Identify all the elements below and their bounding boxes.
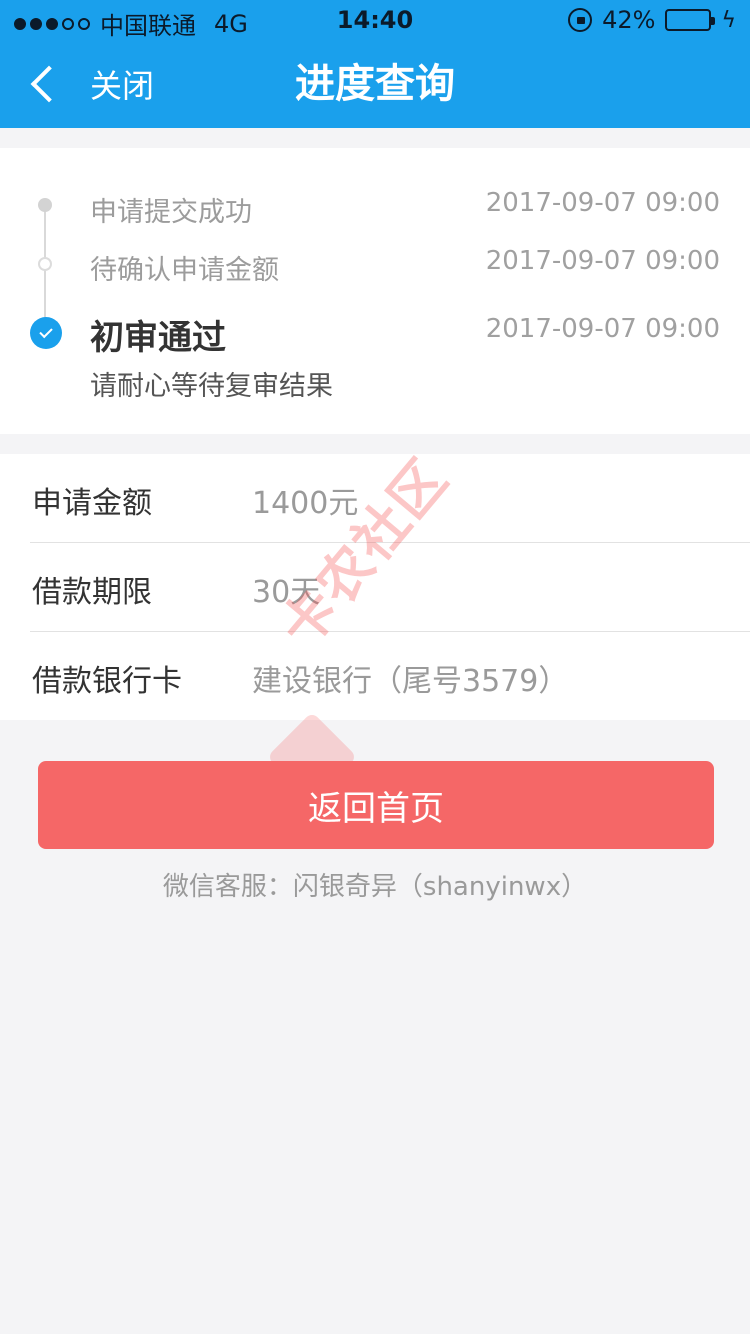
timeline-connector [44, 206, 46, 264]
rotation-lock-icon [568, 8, 593, 32]
timeline-step-time: 2017-09-07 09:00 [485, 246, 720, 276]
timeline-step-time: 2017-09-07 09:00 [485, 314, 720, 344]
page-title: 进度查询 [295, 61, 455, 107]
battery-percent: 42% [602, 6, 656, 34]
timeline-connector [44, 270, 46, 320]
timeline-node-done [38, 257, 52, 271]
status-right: 42% ϟ [568, 6, 736, 34]
timeline-step-time: 2017-09-07 09:00 [485, 188, 720, 218]
info-value: 建设银行（尾号3579） [252, 664, 569, 699]
nav-bar: 关闭 进度查询 [0, 40, 750, 128]
info-label: 借款期限 [32, 575, 152, 610]
progress-timeline: 申请提交成功 2017-09-07 09:00 待确认申请金额 2017-09-… [0, 148, 750, 434]
check-mark [39, 324, 53, 339]
check-circle-icon [30, 317, 62, 349]
customer-service-text: 微信客服：闪银奇异（shanyinwx） [162, 872, 588, 902]
timeline-step-title: 申请提交成功 [90, 197, 252, 228]
info-label: 申请金额 [32, 486, 152, 521]
info-row-bank-card: 借款银行卡 建设银行（尾号3579） [0, 632, 750, 720]
info-label: 借款银行卡 [32, 664, 182, 699]
timeline-step-title-current: 初审通过 [90, 318, 226, 358]
timeline-step-subtitle: 请耐心等待复审结果 [90, 371, 333, 402]
timeline-step-title: 待确认申请金额 [90, 255, 279, 286]
battery-icon [665, 9, 716, 31]
timeline-node-done [38, 198, 52, 212]
top-bar: 中国联通 4G 14:40 42% ϟ 关闭 进度查询 [0, 0, 750, 128]
status-bar: 中国联通 4G 14:40 42% ϟ [0, 0, 750, 40]
return-home-button[interactable]: 返回首页 [38, 761, 714, 849]
charging-bolt-icon: ϟ [721, 7, 736, 33]
